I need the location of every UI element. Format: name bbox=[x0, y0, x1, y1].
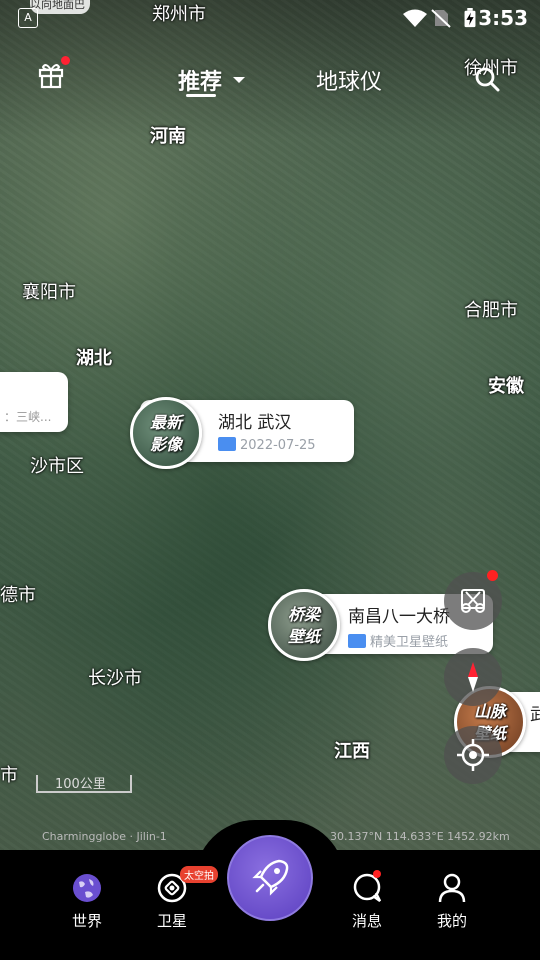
place-label: 江西 bbox=[334, 741, 370, 762]
user-icon bbox=[436, 872, 468, 904]
compass-icon bbox=[468, 662, 478, 692]
callout-date: 2022-07-25 bbox=[240, 438, 316, 453]
callout-subtitle: ：三峡... bbox=[4, 410, 52, 424]
scale-label: 100公里 bbox=[55, 777, 106, 792]
map-callout-partial[interactable]: ：三峡... bbox=[0, 372, 68, 432]
callout-badge-latest-imagery[interactable]: 最新 影像 bbox=[130, 397, 202, 469]
satellite-promo-badge: 太空拍 bbox=[180, 866, 218, 883]
callout-title: 武 bbox=[530, 705, 540, 725]
no-sim-icon bbox=[431, 9, 451, 28]
place-label: 合肥市 bbox=[464, 300, 518, 321]
launch-button[interactable] bbox=[222, 830, 318, 926]
active-tab-indicator bbox=[186, 94, 216, 97]
satellite-map[interactable]: 郑州市 徐州市 河南 襄阳市 合肥市 湖北 安徽 沙市区 德市 长沙市 江西 市… bbox=[0, 0, 540, 855]
tab-recommend[interactable]: 推荐 bbox=[178, 64, 246, 96]
badge-text-line1: 最新 bbox=[149, 413, 182, 432]
status-bar: 以向地面巴盆 A 3:53 bbox=[0, 0, 540, 36]
app-notification-icon: A bbox=[18, 8, 38, 28]
image-icon bbox=[218, 437, 236, 451]
satellite-icon: 太空拍 bbox=[156, 866, 218, 904]
badge-text-line2: 影像 bbox=[149, 435, 182, 454]
badge-text-line1: 桥梁 bbox=[287, 605, 320, 624]
nav-world[interactable]: 世界 bbox=[57, 872, 117, 931]
nav-messages[interactable]: 消息 bbox=[337, 870, 397, 931]
place-label: 襄阳市 bbox=[22, 282, 76, 303]
launch-button-circle bbox=[227, 835, 313, 921]
clock: 3:53 bbox=[478, 6, 528, 30]
globe-icon bbox=[71, 872, 103, 904]
gift-icon bbox=[38, 64, 64, 89]
nav-satellite[interactable]: 太空拍 卫星 bbox=[142, 866, 218, 931]
place-label: 长沙市 bbox=[88, 668, 142, 689]
place-label: 安徽 bbox=[488, 376, 524, 397]
callout-badge-bridge-wallpaper[interactable]: 桥梁 壁纸 bbox=[268, 589, 340, 661]
message-bubble-icon bbox=[351, 870, 383, 904]
dropdown-caret-icon bbox=[232, 77, 245, 83]
place-label: 德市 bbox=[0, 585, 36, 606]
notification-text: 以向地面巴盆 bbox=[30, 0, 85, 11]
locate-button[interactable] bbox=[444, 726, 502, 784]
unread-dot bbox=[373, 870, 381, 878]
notification-dot bbox=[61, 56, 70, 65]
callout-subtitle: 2022-07-25 bbox=[218, 437, 316, 453]
notification-preview[interactable]: 以向地面巴盆 bbox=[30, 0, 90, 14]
crosshair-location-icon bbox=[457, 739, 489, 771]
callout-title: 湖北 武汉 bbox=[218, 413, 292, 433]
nav-label: 消息 bbox=[351, 912, 382, 930]
battery-charging-icon bbox=[464, 8, 476, 28]
place-label: 河南 bbox=[150, 126, 186, 147]
badge-text-line2: 壁纸 bbox=[287, 627, 320, 646]
nav-label: 我的 bbox=[436, 912, 467, 930]
top-navigation: 推荐 地球仪 bbox=[0, 56, 540, 104]
map-attribution: Charmingglobe · Jilin-1 bbox=[42, 830, 167, 843]
map-coordinates: 30.137°N 114.633°E 1452.92km bbox=[330, 830, 510, 843]
notification-dot bbox=[487, 570, 498, 581]
search-icon[interactable] bbox=[474, 66, 500, 92]
wifi-icon bbox=[403, 9, 427, 27]
image-icon bbox=[348, 634, 366, 648]
place-label: 沙市区 bbox=[30, 456, 84, 477]
callout-subtitle-text: 精美卫星壁纸 bbox=[370, 635, 449, 650]
callout-subtitle: 精美卫星壁纸 bbox=[348, 631, 448, 650]
compass-button[interactable] bbox=[444, 648, 502, 706]
place-label: 湖北 bbox=[76, 348, 112, 369]
tab-label: 推荐 bbox=[178, 70, 223, 95]
nav-label: 世界 bbox=[71, 912, 102, 930]
tools-button[interactable] bbox=[444, 570, 502, 630]
nav-label: 卫星 bbox=[156, 912, 187, 930]
tab-globe[interactable]: 地球仪 bbox=[316, 64, 382, 96]
rocket-icon bbox=[252, 859, 289, 896]
gift-button[interactable] bbox=[36, 56, 70, 90]
callout-title: 南昌八一大桥 bbox=[348, 607, 450, 627]
place-label: 市 bbox=[0, 765, 18, 786]
nav-profile[interactable]: 我的 bbox=[422, 872, 482, 931]
